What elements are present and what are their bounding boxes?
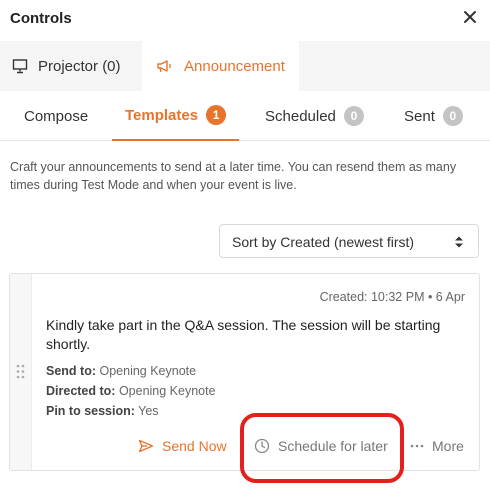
ellipsis-icon [410,444,424,448]
send-to-row: Send to: Opening Keynote [46,364,196,378]
template-card: Created: 10:32 PM • 6 Apr Kindly take pa… [9,273,480,471]
megaphone-icon [157,60,171,73]
sent-count-badge: 0 [442,106,463,126]
close-icon[interactable] [462,9,478,25]
tab-scheduled[interactable]: Scheduled 0 [265,91,364,141]
schedule-for-later-label: Schedule for later [278,438,388,454]
directed-to-label: Directed to: [46,384,116,398]
more-button[interactable]: More [410,438,464,454]
tab-compose[interactable]: Compose [24,91,88,141]
template-message: Kindly take part in the Q&A session. The… [46,317,441,352]
projector-icon [12,59,28,74]
tab-scheduled-label: Scheduled [265,107,336,125]
schedule-for-later-button[interactable]: Schedule for later [254,438,388,454]
tab-announcement[interactable]: Announcement [142,41,299,91]
title-bar: Controls [0,0,490,38]
more-label: More [432,438,464,454]
send-now-button[interactable]: Send Now [138,438,227,454]
templates-count-badge: 1 [206,105,227,125]
main-tabs: Projector (0) Announcement [0,41,490,91]
templates-description: Craft your announcements to send at a la… [10,160,457,192]
pin-to-session-row: Pin to session: Yes [46,404,159,418]
tab-templates[interactable]: Templates 1 [112,91,240,141]
tab-sent[interactable]: Sent 0 [404,91,463,141]
sort-select-value: Sort by Created (newest first) [232,234,415,250]
pin-to-session-value: Yes [138,404,159,418]
scheduled-count-badge: 0 [343,106,364,126]
tab-compose-label: Compose [24,107,89,125]
tab-projector-label: Projector (0) [38,57,121,75]
window-title: Controls [10,10,72,27]
tab-projector[interactable]: Projector (0) [12,41,121,91]
send-to-label: Send to: [46,364,96,378]
sort-select[interactable]: Sort by Created (newest first) [219,224,479,258]
tab-announcement-label: Announcement [184,57,285,75]
directed-to-row: Directed to: Opening Keynote [46,384,216,398]
send-icon [138,439,154,453]
sort-arrows-icon [454,235,464,252]
drag-handle[interactable] [10,274,32,470]
created-timestamp: Created: 10:32 PM • 6 Apr [319,290,465,304]
sub-tabs: Compose Templates 1 Scheduled 0 Sent 0 [0,91,490,141]
drag-handle-icon [16,364,25,379]
send-to-value: Opening Keynote [99,364,197,378]
pin-to-session-label: Pin to session: [46,404,135,418]
clock-icon [254,438,270,454]
tab-sent-label: Sent [404,107,435,125]
send-now-label: Send Now [162,438,227,454]
directed-to-value: Opening Keynote [118,384,216,398]
tab-templates-label: Templates [125,106,199,124]
